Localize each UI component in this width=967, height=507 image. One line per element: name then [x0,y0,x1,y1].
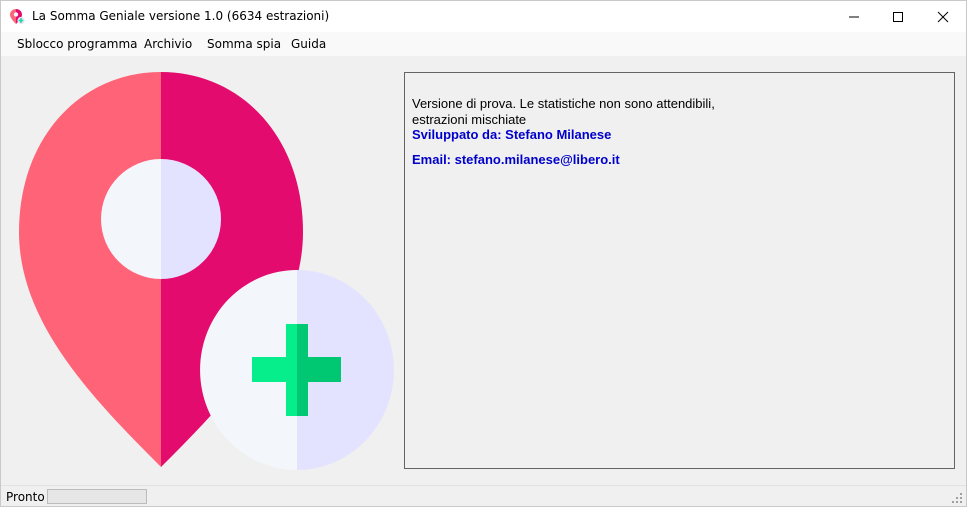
map-pin-plus-icon [19,72,394,470]
plus-horizontal-left [252,357,297,382]
status-text: Pronto [6,490,45,504]
close-icon [937,11,949,22]
developer-label: Sviluppato da: Stefano Milanese [412,127,612,142]
status-bar: Pronto [1,485,966,506]
menu-bar: Sblocco programma Archivio Somma spia Gu… [1,32,966,56]
map-pin-plus-icon [10,9,25,25]
close-button[interactable] [920,1,966,32]
menu-somma-spia[interactable]: Somma spia [207,37,281,51]
minimize-icon [849,16,859,17]
info-panel: Versione di prova. Le statistiche non so… [404,72,955,469]
menu-guida[interactable]: Guida [291,37,326,51]
resize-grip-icon[interactable] [951,492,963,504]
maximize-icon [893,11,903,22]
maximize-button[interactable] [875,1,921,32]
minimize-button[interactable] [831,1,877,32]
trial-notice-cont: estrazioni mischiate [412,112,527,127]
app-window: La Somma Geniale versione 1.0 (6634 estr… [0,0,967,507]
plus-horizontal-right [297,357,341,382]
menu-archivio[interactable]: Archivio [144,37,192,51]
title-bar[interactable]: La Somma Geniale versione 1.0 (6634 estr… [1,1,966,32]
email-label[interactable]: Email: stefano.milanese@libero.it [412,152,620,167]
progress-bar [47,489,147,504]
trial-notice: Versione di prova. Le statistiche non so… [412,96,715,111]
window-title: La Somma Geniale versione 1.0 (6634 estr… [32,9,330,23]
menu-sblocco-programma[interactable]: Sblocco programma [17,37,138,51]
